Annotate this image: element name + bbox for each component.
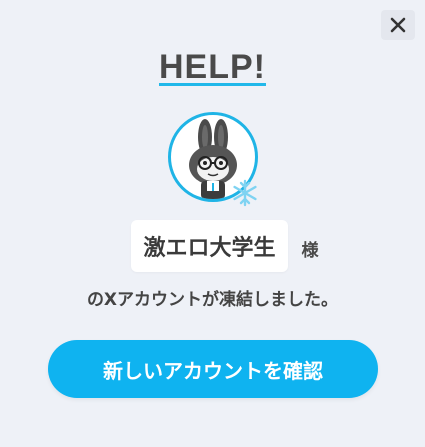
dialog-title: HELP! [0, 48, 425, 87]
help-dialog: HELP! 激エロ大学生 様 のXアカウントが凍結しました。 新しいアカウントを… [0, 0, 425, 447]
avatar-container [168, 112, 258, 207]
account-name: 激エロ大学生 [131, 220, 288, 272]
dialog-title-text: HELP! [159, 48, 266, 86]
freeze-message: のXアカウントが凍結しました。 [86, 290, 339, 310]
close-button[interactable] [381, 10, 415, 40]
snowflake-icon [233, 179, 257, 207]
honorific: 様 [301, 240, 319, 261]
close-icon [390, 17, 406, 33]
check-new-account-button[interactable]: 新しいアカウントを確認 [48, 340, 378, 398]
check-new-account-label: 新しいアカウントを確認 [103, 358, 323, 383]
recipient-row: 激エロ大学生 様 [0, 220, 425, 272]
